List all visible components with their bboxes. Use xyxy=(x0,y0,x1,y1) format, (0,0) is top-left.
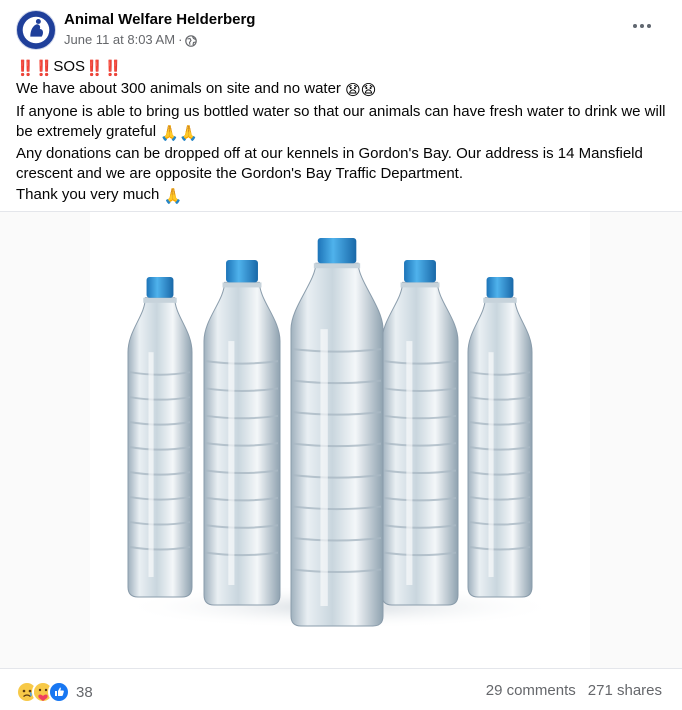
water-bottle xyxy=(467,277,533,598)
water-bottle xyxy=(203,260,281,606)
bottle-cap xyxy=(226,260,258,283)
post-subline: June 11 at 8:03 AM · xyxy=(64,31,255,49)
like-reaction-icon xyxy=(48,681,70,703)
post-body: ‼️‼️SOS‼️‼️ We have about 300 animals on… xyxy=(16,57,666,207)
double-exclamation-icon: ‼️ xyxy=(85,60,104,77)
post-line-5: Thank you very much 🙏 xyxy=(16,185,666,207)
post-timestamp[interactable]: June 11 at 8:03 AM xyxy=(64,31,175,49)
post-line-1: ‼️‼️SOS‼️‼️ xyxy=(16,57,666,79)
post-header: Animal Welfare Helderberg June 11 at 8:0… xyxy=(16,10,255,50)
sos-text: SOS xyxy=(53,58,86,75)
line-text: Thank you very much xyxy=(16,185,160,203)
more-options-dot xyxy=(647,24,651,28)
double-exclamation-icon: ‼️ xyxy=(103,60,123,77)
praying-hands-icon: 🙏 xyxy=(163,187,183,205)
more-options-dot xyxy=(640,24,644,28)
line-text: We have about 300 animals on site and no… xyxy=(16,80,341,98)
praying-hands-icon: 🙏 xyxy=(160,124,179,142)
shares-count-link[interactable]: 271 shares xyxy=(588,682,662,699)
praying-hands-icon: 🙏 xyxy=(178,124,198,142)
post-line-4: Any donations can be dropped off at our … xyxy=(16,145,643,183)
bottle-cap xyxy=(317,238,357,264)
reaction-count: 38 xyxy=(76,683,93,701)
bottle-cap xyxy=(146,277,174,298)
separator: · xyxy=(178,32,183,47)
reactions-summary[interactable]: 38 xyxy=(16,681,93,703)
post-line-3: If anyone is able to bring us bottled wa… xyxy=(16,102,666,145)
water-bottle xyxy=(290,238,384,627)
globe-icon[interactable] xyxy=(185,34,198,47)
post-meta: Animal Welfare Helderberg June 11 at 8:0… xyxy=(64,11,255,49)
post-image-container[interactable] xyxy=(0,211,682,668)
post-line-2: We have about 300 animals on site and no… xyxy=(16,79,666,101)
more-options-icon xyxy=(633,24,637,28)
line-text: If anyone is able to bring us bottled wa… xyxy=(16,102,666,140)
water-bottle xyxy=(381,260,459,606)
bottle-cap xyxy=(404,260,436,283)
double-exclamation-icon: ‼️ xyxy=(16,60,35,77)
double-exclamation-icon: ‼️ xyxy=(34,60,54,77)
anguished-face-icon: 😧 xyxy=(345,82,361,100)
post-footer: 38 29 comments 271 shares xyxy=(0,668,682,710)
author-name[interactable]: Animal Welfare Helderberg xyxy=(64,11,255,29)
avatar-logo-icon xyxy=(17,11,55,49)
more-options-button[interactable] xyxy=(624,14,660,38)
facebook-post: Animal Welfare Helderberg June 11 at 8:0… xyxy=(0,0,682,709)
page-avatar[interactable] xyxy=(16,10,56,50)
water-bottles-image xyxy=(120,238,560,629)
post-image[interactable] xyxy=(90,212,590,668)
water-bottle xyxy=(127,277,193,598)
anguished-face-icon: 😧 xyxy=(360,82,377,100)
post-stats: 29 comments 271 shares xyxy=(486,682,662,699)
bottle-cap xyxy=(486,277,514,298)
comments-count-link[interactable]: 29 comments xyxy=(486,682,576,699)
